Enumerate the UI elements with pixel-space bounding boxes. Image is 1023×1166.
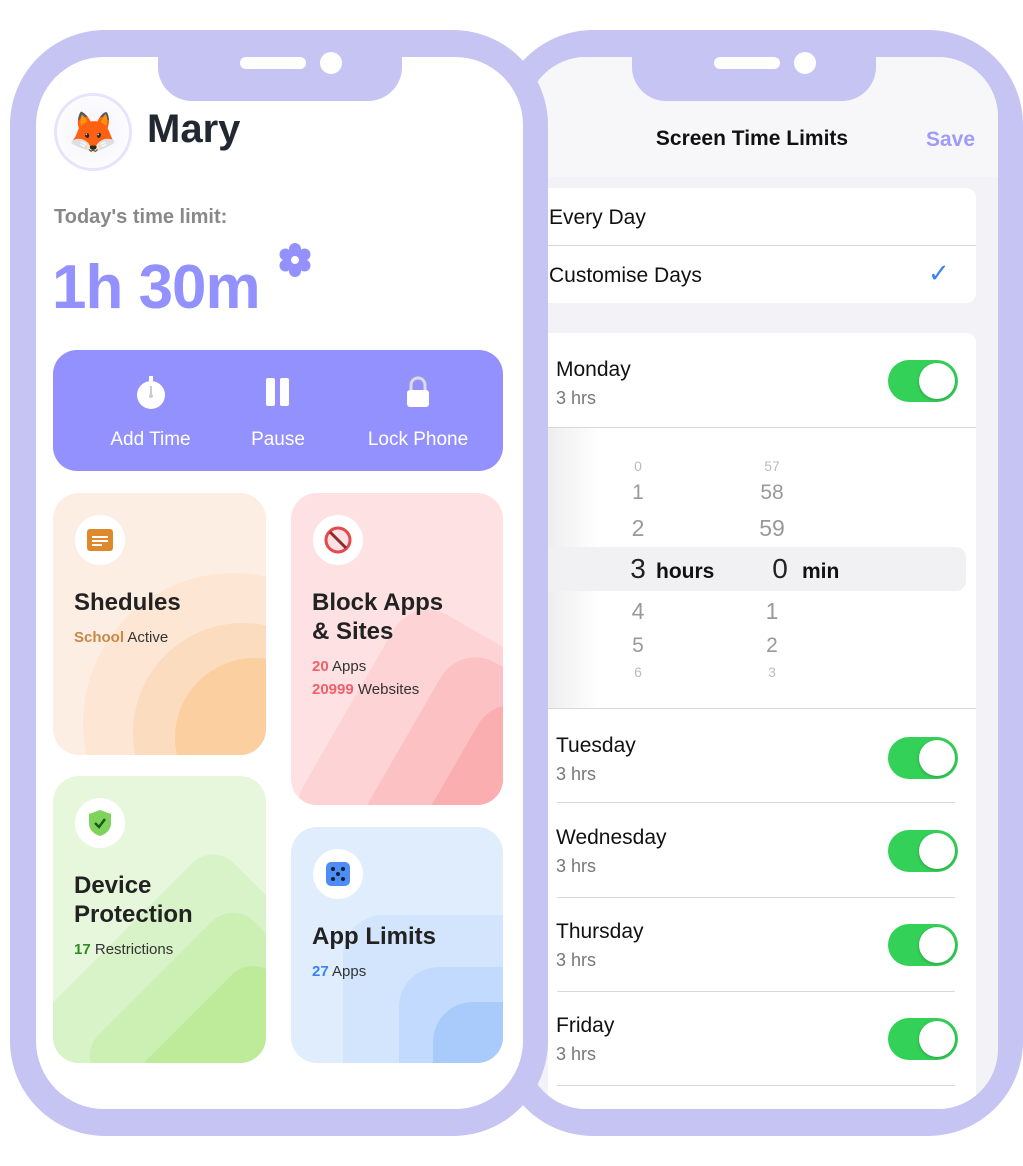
- action-label: Lock Phone: [367, 429, 469, 450]
- day-row-wednesday[interactable]: Wednesday 3 hrs: [548, 803, 976, 897]
- picker-hour: 0: [634, 458, 642, 474]
- card-title: Shedules: [74, 589, 181, 616]
- block-icon: [313, 515, 363, 565]
- speaker-icon: [240, 57, 306, 69]
- picker-minute: 1: [765, 598, 779, 624]
- time-limit-value: 1h 30m: [52, 253, 261, 322]
- option-every-day[interactable]: Every Day: [548, 188, 976, 245]
- gear-icon[interactable]: [277, 242, 313, 278]
- schedule-icon: [75, 515, 125, 565]
- app-limits-count: 27: [312, 963, 329, 980]
- schedules-card[interactable]: Shedules School Active: [53, 493, 266, 755]
- day-row-tuesday[interactable]: Tuesday 3 hrs: [548, 709, 976, 803]
- option-customise-days[interactable]: Customise Days ✓: [548, 246, 976, 303]
- picker-minute: 58: [760, 481, 784, 504]
- schedule-status: Active: [127, 629, 169, 646]
- picker-minute-selected: 0: [772, 553, 788, 584]
- action-label: Pause: [251, 429, 305, 450]
- picker-selection-band: [548, 547, 966, 591]
- left-phone-screen: 🦊 Mary Today's time limit: 1h 30m Add Ti…: [36, 57, 523, 1109]
- picker-hour: 5: [632, 634, 644, 657]
- day-limit: 3 hrs: [556, 388, 597, 408]
- right-phone-screen: Screen Time Limits Save Every Day Custom…: [526, 57, 998, 1109]
- mode-group: Every Day Customise Days ✓: [548, 188, 976, 303]
- day-name: Monday: [556, 358, 631, 381]
- pause-button[interactable]: Pause: [233, 372, 323, 452]
- day-row-friday[interactable]: Friday 3 hrs: [548, 992, 976, 1086]
- picker-hour-selected: 3: [630, 553, 646, 584]
- blocked-apps-count: 20: [312, 658, 329, 675]
- restrictions-count: 17: [74, 941, 91, 958]
- add-time-button[interactable]: Add Time: [93, 372, 208, 452]
- time-limit-label: Today's time limit:: [54, 206, 228, 228]
- lock-phone-button[interactable]: Lock Phone: [353, 372, 483, 452]
- picker-hour: 1: [632, 481, 644, 504]
- card-title: Device: [74, 872, 152, 899]
- checkmark-icon: ✓: [928, 258, 950, 288]
- picker-minute: 59: [759, 515, 785, 541]
- avatar[interactable]: 🦊: [54, 93, 132, 171]
- apps-label: Apps: [332, 658, 367, 675]
- dice-icon: [313, 849, 363, 899]
- day-name: Tuesday: [556, 734, 636, 757]
- picker-hour: 4: [631, 598, 645, 624]
- picker-hours-unit: hours: [656, 560, 715, 583]
- card-title: & Sites: [312, 618, 394, 645]
- toggle-tuesday[interactable]: [888, 737, 958, 779]
- day-limit: 3 hrs: [556, 1044, 597, 1064]
- option-label: Customise Days: [549, 264, 702, 287]
- quick-actions-bar: Add Time Pause Lock Phone: [53, 350, 503, 471]
- day-limit: 3 hrs: [556, 856, 597, 876]
- picker-minute: 57: [764, 458, 780, 474]
- schedule-name: School: [74, 629, 125, 646]
- card-title: App Limits: [312, 923, 436, 950]
- day-row-thursday[interactable]: Thursday 3 hrs: [548, 898, 976, 992]
- picker-minutes-unit: min: [802, 560, 840, 583]
- speaker-icon: [714, 57, 780, 69]
- device-protection-card[interactable]: Device Protection 17 Restrictions: [53, 776, 266, 1063]
- picker-hour: 2: [631, 515, 645, 541]
- blocked-sites-count: 20999: [312, 681, 354, 698]
- user-name: Mary: [147, 107, 241, 151]
- picker-hour: 6: [634, 664, 642, 680]
- day-name: Friday: [556, 1014, 615, 1037]
- day-limit: 3 hrs: [556, 950, 597, 970]
- restrictions-label: Restrictions: [94, 941, 174, 958]
- toggle-friday[interactable]: [888, 1018, 958, 1060]
- action-label: Add Time: [110, 429, 191, 450]
- camera-icon: [320, 52, 342, 74]
- picker-minute: 2: [766, 634, 778, 657]
- card-title: Block Apps: [312, 589, 444, 616]
- lock-icon: [407, 376, 429, 407]
- day-name: Wednesday: [556, 826, 667, 849]
- option-label: Every Day: [549, 206, 646, 229]
- screen-title: Screen Time Limits: [655, 127, 849, 150]
- day-row-monday[interactable]: Monday 3 hrs: [548, 333, 976, 427]
- app-limits-card[interactable]: App Limits 27 Apps: [291, 827, 503, 1063]
- days-group: Monday 3 hrs 0 1 2 3 hours 4 5 6 57 58 5…: [548, 333, 976, 1109]
- sites-label: Websites: [357, 681, 420, 698]
- time-picker[interactable]: 0 1 2 3 hours 4 5 6 57 58 59 0 min 1 2 3: [548, 428, 976, 708]
- day-name: Thursday: [556, 920, 644, 943]
- card-title: Protection: [74, 901, 193, 928]
- camera-icon: [794, 52, 816, 74]
- toggle-monday[interactable]: [888, 360, 958, 402]
- apps-label: Apps: [332, 963, 367, 980]
- picker-minute: 3: [768, 664, 776, 680]
- shield-icon: [75, 798, 125, 848]
- toggle-thursday[interactable]: [888, 924, 958, 966]
- toggle-wednesday[interactable]: [888, 830, 958, 872]
- day-limit: 3 hrs: [556, 764, 597, 784]
- save-button[interactable]: Save: [926, 128, 975, 152]
- stopwatch-icon: [137, 376, 165, 409]
- block-apps-card[interactable]: Block Apps & Sites 20 Apps 20999 Website…: [291, 493, 503, 805]
- pause-icon: [266, 378, 289, 406]
